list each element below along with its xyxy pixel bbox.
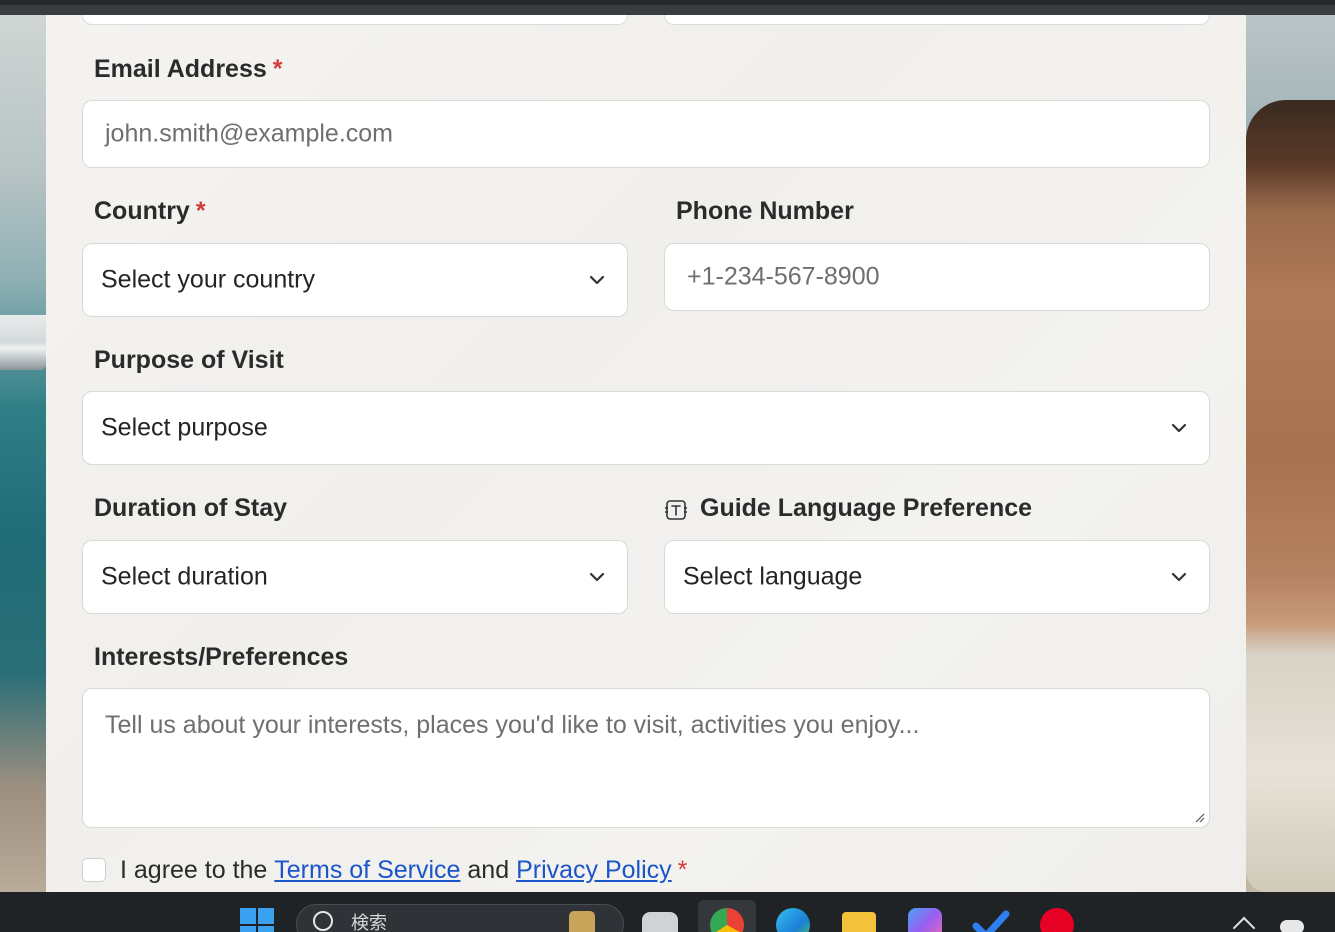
copilot-icon[interactable]	[908, 908, 942, 932]
taskbar-search[interactable]: 検索	[296, 904, 624, 932]
chevron-down-icon	[589, 275, 605, 285]
agree-prefix: I agree to the	[120, 855, 268, 884]
chevron-up-icon[interactable]	[1232, 916, 1256, 932]
person-image	[1246, 100, 1335, 892]
required-mark: *	[272, 55, 283, 83]
previous-field-right[interactable]	[664, 15, 1210, 25]
tour-booking-form: Email Address * john.smith@example.com Co…	[46, 15, 1246, 892]
language-select[interactable]: Select language	[664, 540, 1210, 614]
phone-label: Phone Number	[676, 197, 854, 225]
purpose-select[interactable]: Select purpose	[82, 391, 1210, 465]
browser-top-strip	[0, 0, 1335, 15]
boat-image	[0, 315, 46, 370]
privacy-policy-link[interactable]: Privacy Policy	[516, 856, 672, 885]
duration-select[interactable]: Select duration	[82, 540, 628, 614]
interests-label: Interests/Preferences	[94, 643, 349, 671]
chevron-down-icon	[1171, 572, 1187, 582]
agree-middle: and	[467, 855, 510, 884]
email-label: Email Address *	[94, 55, 283, 83]
chevron-down-icon	[1171, 423, 1187, 433]
duration-select-value: Select duration	[101, 562, 268, 591]
required-mark: *	[677, 855, 688, 884]
purpose-select-value: Select purpose	[101, 413, 268, 442]
required-mark: *	[195, 197, 206, 225]
taskbar-search-text: 検索	[351, 913, 387, 932]
pinterest-icon[interactable]	[1040, 908, 1074, 932]
start-button[interactable]	[240, 908, 274, 932]
terms-agreement-row: I agree to the Terms of Service and Priv…	[82, 855, 687, 885]
country-select[interactable]: Select your country	[82, 243, 628, 317]
windows-taskbar: 検索	[0, 892, 1335, 932]
search-highlight-icon	[569, 911, 595, 932]
phone-placeholder: +1-234-567-8900	[687, 262, 880, 291]
onedrive-icon[interactable]	[1280, 920, 1304, 932]
file-explorer-icon[interactable]	[842, 912, 876, 932]
language-select-value: Select language	[683, 562, 863, 591]
duration-label: Duration of Stay	[94, 494, 288, 522]
email-placeholder: john.smith@example.com	[105, 119, 393, 148]
interests-placeholder: Tell us about your interests, places you…	[105, 711, 920, 739]
resize-handle-icon[interactable]	[1193, 811, 1205, 823]
task-view-icon[interactable]	[642, 912, 678, 932]
previous-field-left[interactable]	[82, 15, 628, 25]
country-select-value: Select your country	[101, 265, 315, 294]
email-input[interactable]: john.smith@example.com	[82, 100, 1210, 168]
language-label: Guide Language Preference	[700, 494, 1033, 522]
edge-icon[interactable]	[776, 908, 810, 932]
terms-of-service-link[interactable]: Terms of Service	[274, 856, 460, 885]
chevron-down-icon	[589, 572, 605, 582]
todo-icon[interactable]	[972, 908, 1010, 932]
background-left	[0, 15, 46, 892]
phone-input[interactable]: +1-234-567-8900	[664, 243, 1210, 311]
interests-textarea[interactable]: Tell us about your interests, places you…	[82, 688, 1210, 828]
terms-checkbox[interactable]	[82, 858, 106, 882]
country-label: Country *	[94, 197, 206, 225]
search-icon	[313, 911, 333, 931]
language-icon	[665, 500, 687, 520]
purpose-label: Purpose of Visit	[94, 346, 284, 374]
